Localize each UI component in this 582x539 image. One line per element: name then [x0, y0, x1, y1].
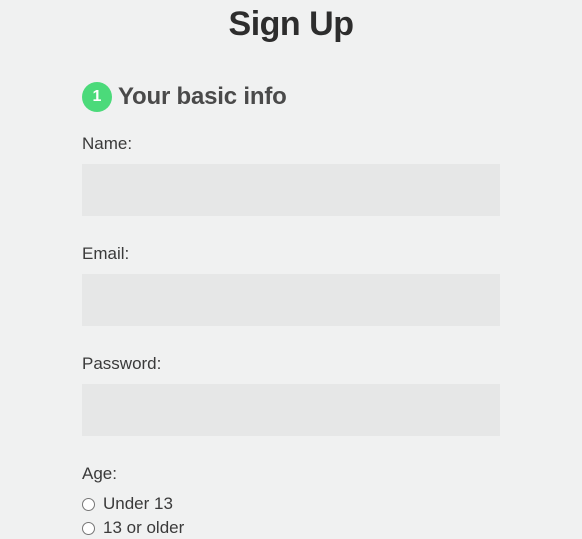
page-title: Sign Up [82, 5, 500, 44]
name-group: Name: [82, 134, 500, 216]
password-input[interactable] [82, 384, 500, 436]
password-group: Password: [82, 354, 500, 436]
age-group: Age: Under 13 13 or older [82, 464, 500, 538]
age-radio-13-or-older[interactable] [82, 522, 95, 535]
step-number-badge: 1 [82, 82, 112, 112]
age-option-13-or-older[interactable]: 13 or older [82, 518, 500, 538]
age-label: Age: [82, 464, 500, 484]
email-label: Email: [82, 244, 500, 264]
age-option-label: Under 13 [103, 494, 173, 514]
section-header: 1 Your basic info [82, 82, 500, 112]
password-label: Password: [82, 354, 500, 374]
name-label: Name: [82, 134, 500, 154]
section-title: Your basic info [118, 83, 287, 111]
age-option-label: 13 or older [103, 518, 184, 538]
signup-form-container: Sign Up 1 Your basic info Name: Email: P… [0, 0, 582, 538]
age-radio-under-13[interactable] [82, 498, 95, 511]
name-input[interactable] [82, 164, 500, 216]
email-input[interactable] [82, 274, 500, 326]
age-option-under-13[interactable]: Under 13 [82, 494, 500, 514]
email-group: Email: [82, 244, 500, 326]
